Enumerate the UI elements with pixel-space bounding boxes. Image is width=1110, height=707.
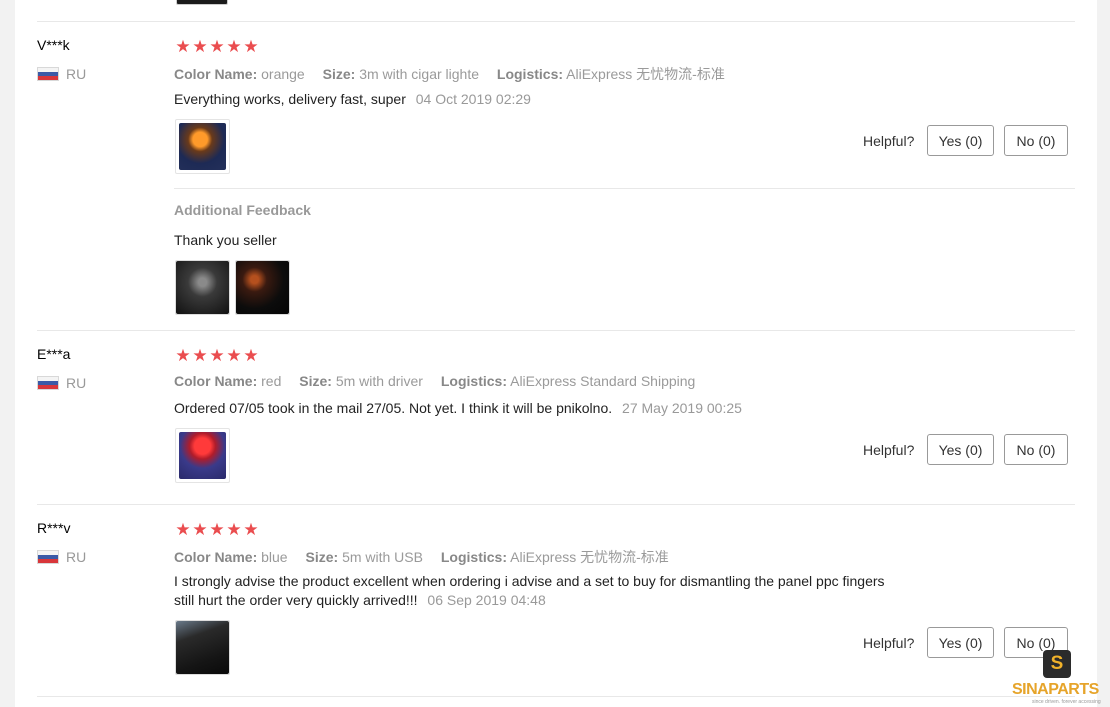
star-icon: ★ (243, 520, 259, 539)
country-code: RU (66, 549, 87, 565)
star-icon: ★ (243, 37, 259, 56)
helpful-no-button[interactable]: No (0) (1004, 434, 1068, 465)
logistics-value: AliExpress 无忧物流-标准 (510, 549, 669, 565)
sinaparts-watermark-logo: S SINAPARTS since driven. forever access… (1012, 650, 1102, 705)
review-photo-thumbnail[interactable] (175, 428, 230, 483)
size-label: Size: (305, 549, 339, 565)
additional-feedback-text: Thank you seller (174, 232, 277, 248)
color-label: Color Name: (174, 549, 258, 565)
reviewer-name: E***a (37, 346, 71, 362)
size-label: Size: (322, 66, 356, 82)
helpful-yes-button[interactable]: Yes (0) (927, 125, 994, 156)
star-icon: ★ (226, 520, 242, 539)
star-rating: ★ ★ ★ ★ ★ (175, 347, 259, 364)
review-body-line: I strongly advise the product excellent … (174, 573, 885, 589)
russia-flag-icon (37, 376, 59, 390)
star-rating: ★ ★ ★ ★ ★ (175, 38, 259, 55)
size-label: Size: (299, 373, 332, 389)
helpful-label: Helpful? (863, 133, 915, 149)
divider (37, 330, 1075, 331)
helpful-label: Helpful? (863, 635, 915, 651)
product-attributes: Color Name: orange Size: 3m with cigar l… (174, 64, 739, 84)
helpful-yes-button[interactable]: Yes (0) (927, 627, 994, 658)
star-icon: ★ (209, 520, 225, 539)
star-icon: ★ (226, 346, 242, 365)
reviewer-country: RU (37, 66, 86, 82)
reviewer-country: RU (37, 549, 86, 565)
helpful-label: Helpful? (863, 442, 915, 458)
star-icon: ★ (192, 346, 208, 365)
star-icon: ★ (192, 37, 208, 56)
review-photo-thumbnail[interactable] (175, 620, 230, 675)
divider (37, 696, 1075, 697)
helpful-yes-button[interactable]: Yes (0) (927, 434, 994, 465)
star-icon: ★ (192, 520, 208, 539)
color-label: Color Name: (174, 66, 258, 82)
divider (37, 504, 1075, 505)
helpful-no-button[interactable]: No (0) (1004, 125, 1068, 156)
star-icon: ★ (209, 37, 225, 56)
additional-photo-thumbnail[interactable] (175, 260, 230, 315)
divider (174, 188, 1075, 189)
logistics-label: Logistics: (440, 373, 507, 389)
additional-feedback-title: Additional Feedback (174, 202, 311, 218)
review-photo-thumbnail[interactable] (175, 119, 230, 174)
size-value: 3m with cigar lighte (359, 66, 480, 82)
product-attributes: Color Name: red Size: 5m with driver Log… (174, 373, 709, 389)
additional-photo-thumbnail[interactable] (235, 260, 290, 315)
reviewer-name: V***k (37, 37, 70, 53)
star-icon: ★ (243, 346, 259, 365)
color-value: orange (261, 66, 305, 82)
product-attributes: Color Name: blue Size: 5m with USB Logis… (174, 547, 683, 567)
review-date: 27 May 2019 00:25 (622, 400, 742, 416)
review-photo-thumbnail[interactable] (176, 0, 228, 5)
star-icon: ★ (175, 37, 191, 56)
color-value: blue (261, 549, 288, 565)
star-icon: ★ (209, 346, 225, 365)
logistics-value: AliExpress 无忧物流-标准 (566, 66, 725, 82)
scrollbar[interactable] (1097, 0, 1110, 707)
review-text: Ordered 07/05 took in the mail 27/05. No… (174, 399, 742, 418)
size-value: 5m with driver (335, 373, 423, 389)
logistics-label: Logistics: (440, 549, 507, 565)
star-rating: ★ ★ ★ ★ ★ (175, 521, 259, 538)
review-body-line: still hurt the order very quickly arrive… (174, 592, 418, 608)
russia-flag-icon (37, 550, 59, 564)
logistics-label: Logistics: (496, 66, 564, 82)
country-code: RU (66, 375, 87, 391)
country-code: RU (66, 66, 87, 82)
reviewer-name: R***v (37, 520, 71, 536)
divider (37, 21, 1075, 22)
star-icon: ★ (175, 520, 191, 539)
size-value: 5m with USB (342, 549, 423, 565)
color-label: Color Name: (174, 373, 258, 389)
review-text: I strongly advise the product excellent … (174, 572, 974, 610)
review-body: Ordered 07/05 took in the mail 27/05. No… (174, 400, 613, 416)
star-icon: ★ (226, 37, 242, 56)
russia-flag-icon (37, 67, 59, 81)
logistics-value: AliExpress Standard Shipping (510, 373, 696, 389)
review-date: 06 Sep 2019 04:48 (427, 592, 546, 608)
review-text: Everything works, delivery fast, super 0… (174, 90, 531, 109)
logo-brand-text: SINAPARTS (1012, 681, 1099, 698)
logo-tagline: since driven. forever accessing (1032, 699, 1101, 705)
review-date: 04 Oct 2019 02:29 (415, 91, 531, 107)
star-icon: ★ (175, 346, 191, 365)
color-value: red (261, 373, 282, 389)
review-body: Everything works, delivery fast, super (174, 91, 406, 107)
reviews-panel: V***k RU ★ ★ ★ ★ ★ Color Name: orange Si… (15, 0, 1097, 707)
logo-badge: S (1043, 650, 1071, 678)
reviewer-country: RU (37, 375, 86, 391)
